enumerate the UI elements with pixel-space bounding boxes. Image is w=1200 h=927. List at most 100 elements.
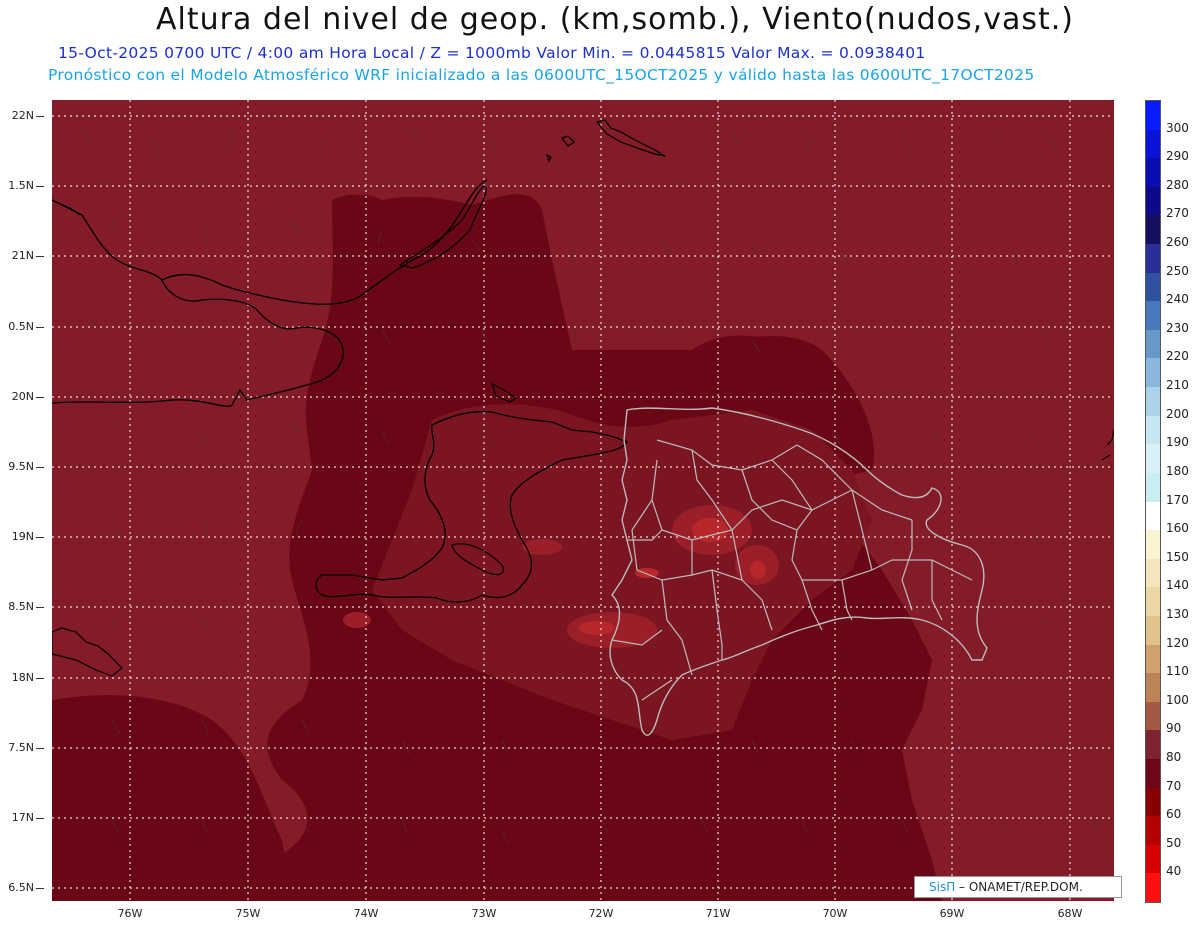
colorbar-segment [1146,787,1160,817]
colorbar-label: 120 [1166,635,1189,650]
longitude-label: 76W [117,907,143,920]
colorbar-label: 300 [1166,120,1189,135]
colorbar-label: 90 [1166,721,1182,736]
colorbar-segment [1146,329,1160,359]
latitude-tick [36,607,44,608]
colorbar-segment [1146,415,1160,445]
colorbar-segment [1146,558,1160,588]
latitude-tick [36,256,44,257]
latitude-label: 7.5N [8,741,34,754]
map-title: Altura del nivel de geop. (km,somb.), Vi… [156,2,1074,37]
colorbar-segment [1146,816,1160,846]
latitude-label: 19N [11,530,34,543]
colorbar-segment [1146,444,1160,474]
colorbar-segment [1146,301,1160,331]
latitude-tick [36,748,44,749]
longitude-label: 68W [1057,907,1083,920]
colorbar-label: 220 [1166,349,1189,364]
colorbar-label: 80 [1166,749,1182,764]
colorbar-label: 150 [1166,549,1189,564]
colorbar-label: 140 [1166,578,1189,593]
latitude-tick [36,397,44,398]
colorbar-label: 290 [1166,149,1189,164]
credit-box: SisΠ – ONAMET/REP.DOM. [914,876,1122,898]
map-panel [52,100,1114,901]
colorbar-label: 230 [1166,320,1189,335]
longitude-label: 75W [235,907,261,920]
map-canvas [52,100,1114,901]
latitude-tick [36,327,44,328]
latitude-label: 0.5N [8,320,34,333]
colorbar-label: 200 [1166,406,1189,421]
longitude-label: 73W [471,907,497,920]
colorbar-segment [1146,244,1160,274]
colorbar-label: 50 [1166,835,1182,850]
longitude-label: 70W [822,907,848,920]
colorbar-segment [1146,101,1160,131]
latitude-label: 18N [11,671,34,684]
credit-org: – ONAMET/REP.DOM. [955,880,1083,894]
colorbar-label: 280 [1166,177,1189,192]
latitude-tick [36,467,44,468]
colorbar-segment [1146,358,1160,388]
high-field-area [343,612,371,628]
latitude-tick [36,116,44,117]
colorbar-label: 190 [1166,435,1189,450]
latitude-label: 9.5N [8,460,34,473]
colorbar [1145,100,1161,903]
latitude-label: 22N [11,109,34,122]
colorbar-segment [1146,701,1160,731]
high-field-area [522,539,562,555]
latitude-tick [36,537,44,538]
longitude-label: 74W [353,907,379,920]
latitude-tick [36,678,44,679]
colorbar-label: 160 [1166,521,1189,536]
colorbar-segment [1146,272,1160,302]
colorbar-segment [1146,644,1160,674]
colorbar-label: 130 [1166,606,1189,621]
colorbar-segment [1146,758,1160,789]
credit-brand: SisΠ [929,880,956,894]
latitude-label: 6.5N [8,881,34,894]
colorbar-segment [1146,844,1160,874]
colorbar-label: 40 [1166,864,1182,879]
colorbar-segment [1146,615,1160,646]
latitude-tick [36,888,44,889]
latitude-label: 17N [11,811,34,824]
latitude-label: 21N [11,249,34,262]
colorbar-label: 180 [1166,463,1189,478]
peak-field-area [750,561,766,579]
colorbar-label: 70 [1166,778,1182,793]
colorbar-segment [1146,158,1160,188]
model-info-subtitle: Pronóstico con el Modelo Atmosférico WRF… [48,66,1035,84]
colorbar-label: 210 [1166,378,1189,393]
latitude-tick [36,818,44,819]
colorbar-segment [1146,501,1160,531]
colorbar-segment [1146,530,1160,560]
latitude-label: 1.5N [8,179,34,192]
latitude-tick [36,186,44,187]
peak-field-area [635,568,659,578]
colorbar-label: 60 [1166,807,1182,822]
colorbar-segment [1146,186,1160,216]
colorbar-segment [1146,129,1160,159]
latitude-label: 8.5N [8,600,34,613]
colorbar-segment [1146,587,1160,617]
colorbar-label: 110 [1166,664,1189,679]
colorbar-segment [1146,472,1160,502]
longitude-label: 72W [588,907,614,920]
colorbar-segment [1146,215,1160,245]
latitude-label: 20N [11,390,34,403]
longitude-label: 71W [705,907,731,920]
colorbar-segment [1146,387,1160,417]
colorbar-label: 170 [1166,492,1189,507]
colorbar-segment [1146,730,1160,760]
forecast-time-subtitle: 15-Oct-2025 0700 UTC / 4:00 am Hora Loca… [58,44,926,62]
colorbar-segment [1146,873,1160,903]
peak-field-area [579,621,615,635]
colorbar-label: 260 [1166,235,1189,250]
longitude-label: 69W [939,907,965,920]
colorbar-segment [1146,673,1160,703]
colorbar-label: 270 [1166,206,1189,221]
colorbar-label: 100 [1166,692,1189,707]
